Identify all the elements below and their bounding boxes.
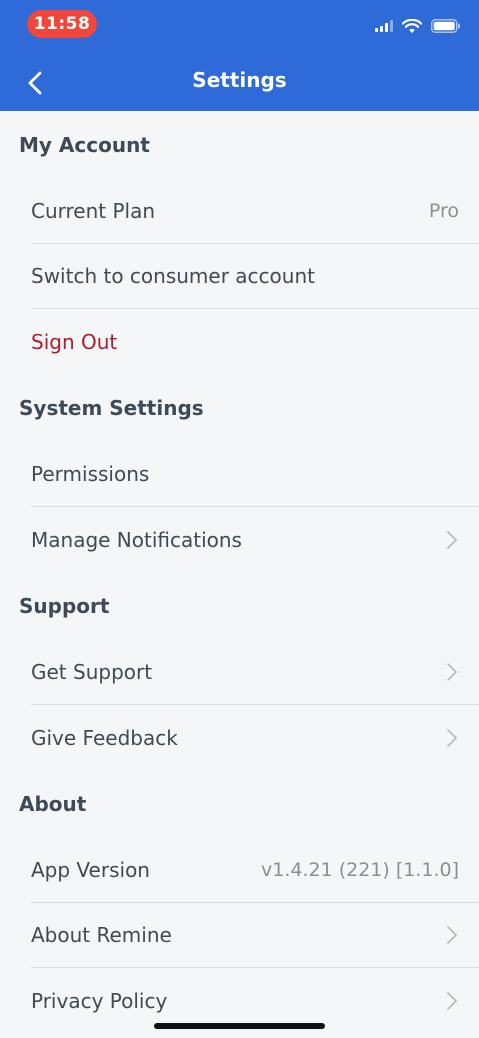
app-version-row: App Version v1.4.21 (221) [1.1.0] <box>31 838 479 903</box>
chevron-right-icon <box>445 530 459 550</box>
chevron-right-icon <box>445 728 459 748</box>
chevron-right-icon <box>445 925 459 945</box>
about-remine-label: About Remine <box>31 923 172 947</box>
status-time: 11:58 <box>27 10 97 38</box>
app-version-value: v1.4.21 (221) [1.1.0] <box>260 859 459 881</box>
battery-icon <box>431 19 460 33</box>
navigation-header: 11:58 Settings <box>0 0 479 111</box>
section-header-my-account: My Account <box>19 133 150 157</box>
current-plan-label: Current Plan <box>31 199 156 223</box>
chevron-right-icon <box>445 991 459 1011</box>
get-support-label: Get Support <box>31 660 153 684</box>
privacy-policy-label: Privacy Policy <box>31 988 168 1013</box>
current-plan-value: Pro <box>428 200 459 222</box>
current-plan-row[interactable]: Current Plan Pro <box>31 179 479 244</box>
chevron-right-icon <box>445 662 459 682</box>
sign-out-label: Sign Out <box>31 329 118 354</box>
get-support-row[interactable]: Get Support <box>31 640 479 705</box>
manage-notifications-label: Manage Notifications <box>31 527 242 552</box>
home-indicator[interactable] <box>154 1023 325 1029</box>
permissions-row[interactable]: Permissions <box>31 442 479 507</box>
wifi-icon <box>402 18 422 33</box>
switch-account-label: Switch to consumer account <box>31 264 315 288</box>
app-version-label: App Version <box>31 858 150 882</box>
about-remine-row[interactable]: About Remine <box>31 903 479 968</box>
permissions-label: Permissions <box>31 462 150 486</box>
switch-account-row[interactable]: Switch to consumer account <box>31 244 479 309</box>
section-header-support: Support <box>19 594 110 618</box>
section-header-about: About <box>19 792 87 816</box>
status-icons <box>375 17 461 35</box>
settings-list: My Account Current Plan Pro Switch to co… <box>0 111 479 1033</box>
give-feedback-row[interactable]: Give Feedback <box>31 705 479 770</box>
page-title: Settings <box>192 68 287 92</box>
manage-notifications-row[interactable]: Manage Notifications <box>31 507 479 572</box>
sign-out-row[interactable]: Sign Out <box>31 309 479 374</box>
cellular-signal-icon <box>375 20 393 32</box>
section-header-system-settings: System Settings <box>19 396 204 420</box>
give-feedback-label: Give Feedback <box>31 725 178 750</box>
